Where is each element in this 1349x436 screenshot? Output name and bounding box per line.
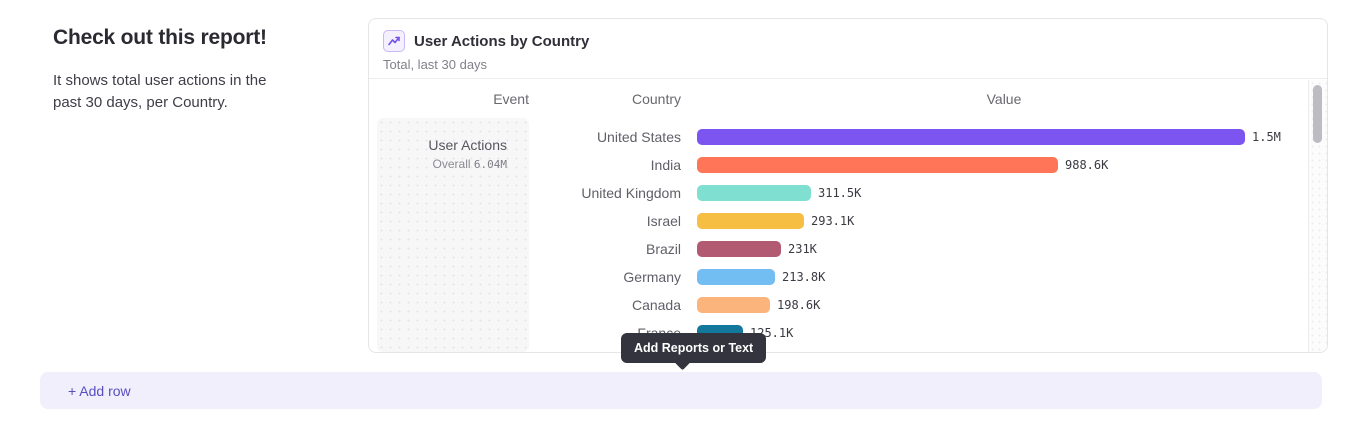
event-cell[interactable]: User Actions Overall 6.04M: [377, 118, 529, 352]
scrollbar-thumb[interactable]: [1313, 85, 1322, 143]
event-overall-value: 6.04M: [474, 158, 507, 171]
value-bar[interactable]: [697, 157, 1058, 173]
event-overall: Overall 6.04M: [387, 157, 507, 171]
country-label: United States: [529, 129, 681, 145]
report-card-header: User Actions by Country Total, last 30 d…: [369, 19, 1327, 79]
value-bar[interactable]: [697, 297, 770, 313]
country-label: Canada: [529, 297, 681, 313]
bar-value-label: 1.5M: [1252, 130, 1281, 144]
column-header-event: Event: [377, 91, 529, 107]
bar-chart-rows: United States 1.5M India 988.6K United Kingd…: [529, 118, 1327, 352]
intro-description: It shows total user actions in the past …: [53, 70, 293, 114]
bar-row: Canada 198.6K: [529, 291, 1327, 319]
bar-row: United States 1.5M: [529, 123, 1327, 151]
value-bar[interactable]: [697, 213, 804, 229]
tooltip-label: Add Reports or Text: [634, 341, 753, 355]
intro-title: Check out this report!: [53, 26, 303, 50]
bar-value-label: 311.5K: [818, 186, 861, 200]
tooltip-caret: [675, 355, 691, 371]
country-label: India: [529, 157, 681, 173]
bar-value-label: 213.8K: [782, 270, 825, 284]
value-bar[interactable]: [697, 129, 1245, 145]
add-row-label: + Add row: [68, 383, 131, 399]
vertical-scrollbar[interactable]: [1308, 80, 1327, 352]
value-bar[interactable]: [697, 185, 811, 201]
bar-row: Brazil 231K: [529, 235, 1327, 263]
bar-value-label: 198.6K: [777, 298, 820, 312]
column-header-value: Value: [681, 91, 1327, 107]
report-table: Event Country Value User Actions Overall…: [369, 80, 1327, 352]
bar-value-label: 231K: [788, 242, 817, 256]
report-title[interactable]: User Actions by Country: [414, 33, 589, 50]
country-label: United Kingdom: [529, 185, 681, 201]
event-overall-label: Overall: [433, 157, 471, 171]
event-name: User Actions: [387, 137, 507, 153]
country-label: Germany: [529, 269, 681, 285]
report-intro: Check out this report! It shows total us…: [53, 26, 303, 114]
add-reports-tooltip: Add Reports or Text: [621, 333, 766, 363]
value-bar[interactable]: [697, 241, 781, 257]
bar-row: India 988.6K: [529, 151, 1327, 179]
country-label: Brazil: [529, 241, 681, 257]
report-subtitle: Total, last 30 days: [383, 57, 1313, 72]
add-row-button[interactable]: + Add row: [40, 372, 1322, 409]
bar-row: Israel 293.1K: [529, 207, 1327, 235]
bar-value-label: 293.1K: [811, 214, 854, 228]
column-header-country: Country: [529, 91, 681, 107]
bar-row: Germany 213.8K: [529, 263, 1327, 291]
report-card[interactable]: User Actions by Country Total, last 30 d…: [368, 18, 1328, 353]
country-label: Israel: [529, 213, 681, 229]
value-bar[interactable]: [697, 269, 775, 285]
table-header-row: Event Country Value: [369, 80, 1327, 118]
bar-value-label: 988.6K: [1065, 158, 1108, 172]
bar-row: United Kingdom 311.5K: [529, 179, 1327, 207]
line-chart-icon: [383, 30, 405, 52]
